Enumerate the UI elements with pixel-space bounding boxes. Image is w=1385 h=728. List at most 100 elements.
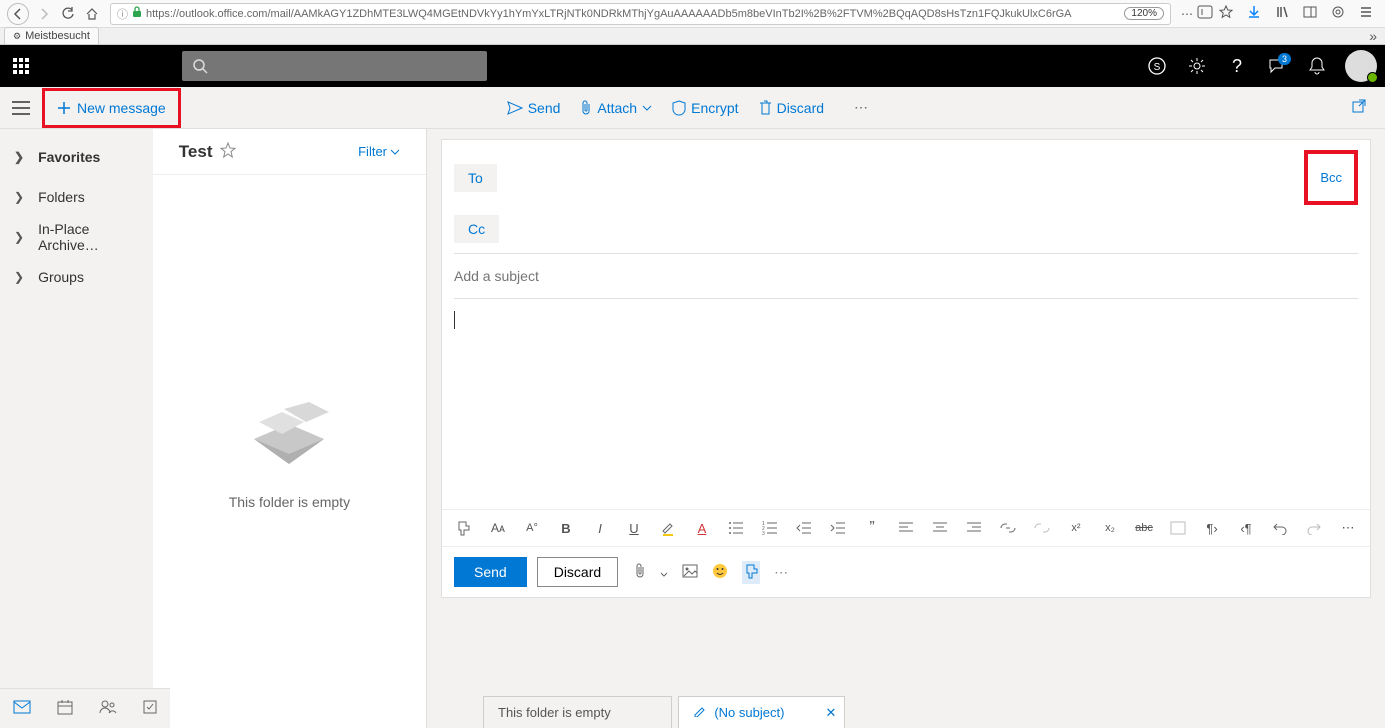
indent-icon[interactable]	[828, 518, 848, 538]
send-command[interactable]: Send	[507, 100, 561, 116]
align-left-icon[interactable]	[896, 518, 916, 538]
help-icon[interactable]: ?	[1217, 45, 1257, 87]
compose-more-icon[interactable]: ⋯	[774, 564, 788, 581]
number-list-icon[interactable]: 123	[760, 518, 780, 538]
notifications-icon[interactable]	[1297, 45, 1337, 87]
toast-empty-folder[interactable]: This folder is empty	[483, 696, 672, 728]
superscript-icon[interactable]: x²	[1066, 518, 1086, 538]
chevron-right-icon: ❯	[14, 230, 24, 244]
bookmark-star-icon[interactable]	[1219, 5, 1233, 22]
italic-button[interactable]: I	[590, 518, 610, 538]
bold-button[interactable]: B	[556, 518, 576, 538]
sidebar-item-archive[interactable]: ❯ In-Place Archive…	[0, 217, 153, 257]
discard-button[interactable]: Discard	[537, 557, 618, 587]
address-bar[interactable]: ⓘ https://outlook.office.com/mail/AAMkAG…	[110, 3, 1171, 25]
search-input[interactable]	[216, 58, 477, 74]
message-body[interactable]	[442, 299, 1370, 509]
user-avatar[interactable]	[1345, 50, 1377, 82]
unlink-icon[interactable]	[1032, 518, 1052, 538]
insert-picture-icon[interactable]	[682, 564, 698, 581]
bullet-list-icon[interactable]	[726, 518, 746, 538]
forward-button[interactable]	[32, 2, 56, 26]
underline-button[interactable]: U	[624, 518, 644, 538]
discard-command[interactable]: Discard	[759, 100, 824, 116]
reload-button[interactable]	[56, 2, 80, 26]
mail-module-icon[interactable]	[13, 700, 31, 717]
main-area: ❯ Favorites ❯ Folders ❯ In-Place Archive…	[0, 129, 1385, 728]
browser-tab[interactable]: ⚙ Meistbesucht	[4, 27, 99, 44]
redo-icon[interactable]	[1304, 518, 1324, 538]
cc-button[interactable]: Cc	[454, 215, 499, 243]
gear-icon: ⚙	[13, 31, 21, 42]
people-module-icon[interactable]	[99, 700, 117, 717]
attach-dropdown-icon[interactable]	[660, 564, 668, 580]
highlight-icon[interactable]	[658, 518, 678, 538]
toast-draft[interactable]: (No subject) ✕	[678, 696, 846, 728]
filter-button[interactable]: Filter	[358, 144, 400, 159]
skype-icon[interactable]: S	[1137, 45, 1177, 87]
align-center-icon[interactable]	[930, 518, 950, 538]
tabstrip-overflow-icon[interactable]: »	[1361, 28, 1385, 44]
cc-row: Cc	[442, 215, 1370, 253]
popout-compose-icon[interactable]	[1351, 98, 1367, 117]
close-icon[interactable]: ✕	[826, 705, 837, 721]
lock-icon	[132, 6, 142, 21]
send-button[interactable]: Send	[454, 557, 527, 587]
browser-menu-icon[interactable]	[1359, 5, 1373, 22]
font-color-icon[interactable]: A	[692, 518, 712, 538]
link-icon[interactable]	[998, 518, 1018, 538]
downloads-icon[interactable]	[1247, 5, 1261, 22]
font-size-icon[interactable]: A°	[522, 518, 542, 538]
format-more-icon[interactable]: ⋯	[1338, 518, 1358, 538]
quote-icon[interactable]: ”	[862, 518, 882, 538]
new-message-button[interactable]: New message	[49, 93, 174, 123]
svg-text:S: S	[1154, 62, 1161, 73]
rtl-icon[interactable]: ‹¶	[1236, 518, 1256, 538]
search-box[interactable]	[182, 51, 487, 81]
browser-toolbar: ⓘ https://outlook.office.com/mail/AAMkAG…	[0, 0, 1385, 28]
attach-command[interactable]: Attach	[580, 100, 652, 116]
subject-row	[442, 254, 1370, 298]
back-button[interactable]	[7, 3, 29, 25]
library-icon[interactable]	[1275, 5, 1289, 22]
subject-input[interactable]	[442, 254, 1370, 298]
settings-icon[interactable]	[1177, 45, 1217, 87]
calendar-module-icon[interactable]	[57, 699, 73, 718]
undo-icon[interactable]	[1270, 518, 1290, 538]
cc-input[interactable]	[499, 215, 1358, 243]
outdent-icon[interactable]	[794, 518, 814, 538]
toggle-format-toolbar-icon[interactable]	[742, 561, 760, 584]
app-launcher-icon[interactable]	[0, 45, 42, 87]
sidebar-item-folders[interactable]: ❯ Folders	[0, 177, 153, 217]
format-painter-icon[interactable]	[454, 518, 474, 538]
font-select-icon[interactable]: Aᴀ	[488, 518, 508, 538]
tasks-module-icon[interactable]	[143, 700, 157, 717]
sidebar-browser-icon[interactable]	[1303, 5, 1317, 22]
chat-icon[interactable]: 3	[1257, 45, 1297, 87]
zoom-badge[interactable]: 120%	[1124, 7, 1164, 20]
send-icon	[507, 101, 523, 115]
home-button[interactable]	[80, 2, 104, 26]
extension-icon[interactable]	[1331, 5, 1345, 22]
reader-icon[interactable]	[1197, 5, 1213, 22]
bcc-button[interactable]: Bcc	[1320, 170, 1342, 185]
sidebar-item-groups[interactable]: ❯ Groups	[0, 257, 153, 297]
insert-image-icon[interactable]	[1168, 518, 1188, 538]
emoji-icon[interactable]	[712, 563, 728, 582]
favorite-star-icon[interactable]	[220, 142, 236, 161]
align-right-icon[interactable]	[964, 518, 984, 538]
strike-icon[interactable]: abc	[1134, 518, 1154, 538]
encrypt-command[interactable]: Encrypt	[672, 100, 738, 116]
attach-inline-icon[interactable]	[634, 563, 646, 582]
subscript-icon[interactable]: x₂	[1100, 518, 1120, 538]
sidebar-item-favorites[interactable]: ❯ Favorites	[0, 137, 153, 177]
more-commands-icon[interactable]: ⋯	[854, 99, 868, 116]
to-button[interactable]: To	[454, 164, 497, 192]
shield-icon	[672, 100, 686, 116]
page-actions-icon[interactable]: ⋯	[1181, 7, 1193, 21]
nav-toggle-icon[interactable]	[0, 101, 42, 115]
ltr-icon[interactable]: ¶›	[1202, 518, 1222, 538]
compose-send-bar: Send Discard ⋯	[442, 546, 1370, 597]
to-input[interactable]	[497, 164, 1305, 192]
compose-card: To Bcc Cc Aᴀ A° B	[441, 139, 1371, 598]
